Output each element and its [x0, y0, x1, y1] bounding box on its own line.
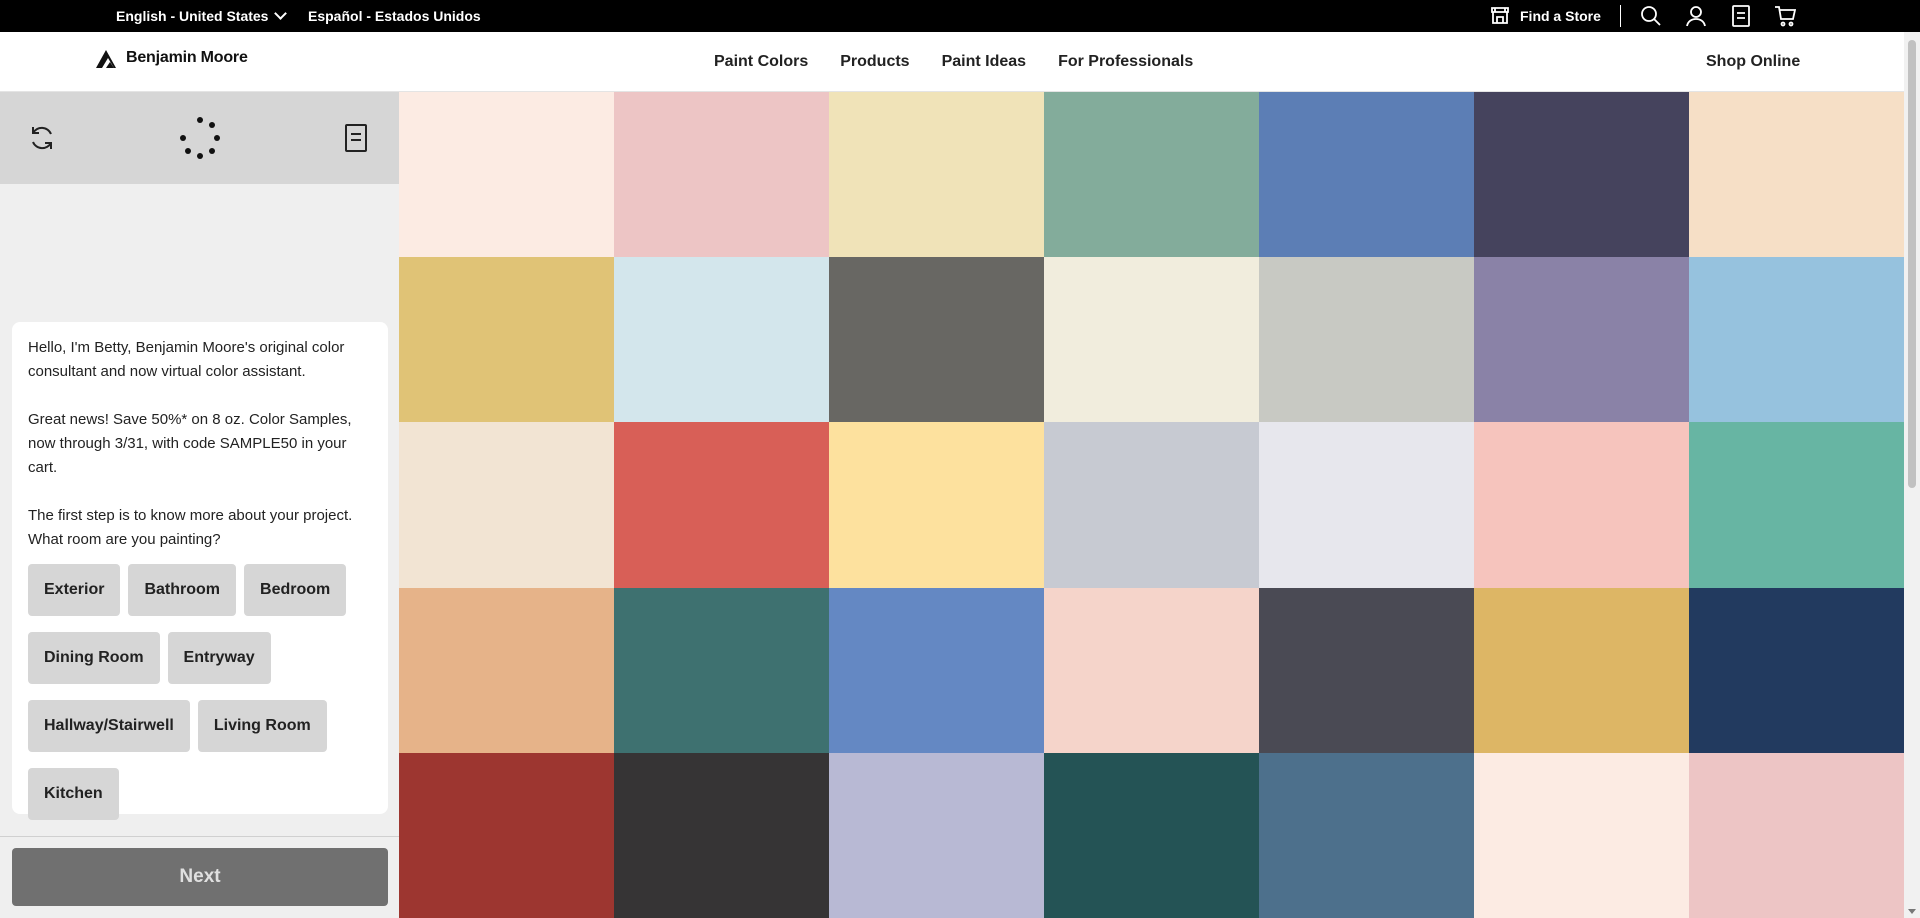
color-swatch[interactable]	[1044, 422, 1259, 588]
color-swatch[interactable]	[1474, 257, 1689, 423]
color-swatch[interactable]	[1474, 422, 1689, 588]
chevron-down-icon	[274, 7, 288, 20]
color-swatch-grid	[399, 92, 1904, 918]
account-icon[interactable]	[1685, 5, 1707, 27]
scrollbar-thumb[interactable]	[1908, 40, 1916, 488]
color-swatch[interactable]	[614, 257, 829, 423]
summary-icon[interactable]	[332, 114, 380, 162]
nav-paint-ideas[interactable]: Paint Ideas	[942, 53, 1026, 71]
language-alt-link[interactable]: Español - Estados Unidos	[308, 0, 481, 32]
color-swatch[interactable]	[399, 92, 614, 258]
color-swatch[interactable]	[1259, 257, 1474, 423]
room-option-entryway[interactable]: Entryway	[167, 632, 271, 684]
color-swatch[interactable]	[1689, 752, 1904, 918]
panel-divider	[0, 836, 399, 837]
search-icon[interactable]	[1640, 5, 1662, 27]
room-option-living-room[interactable]: Living Room	[197, 700, 327, 752]
cart-icon[interactable]	[1774, 5, 1796, 27]
color-swatch[interactable]	[1474, 92, 1689, 258]
find-store-link[interactable]: Find a Store	[1490, 0, 1601, 32]
nav-for-professionals[interactable]: For Professionals	[1058, 53, 1193, 71]
room-option-dining-room[interactable]: Dining Room	[28, 632, 160, 684]
shop-online-link[interactable]: Shop Online	[1706, 32, 1800, 92]
scroll-down-arrow-icon[interactable]	[1908, 909, 1916, 914]
assistant-message: The first step is to know more about you…	[28, 507, 353, 548]
store-icon	[1490, 5, 1510, 28]
color-assistant-panel: Hello, I'm Betty, Benjamin Moore's origi…	[0, 92, 399, 918]
language-selector[interactable]: English - United States	[116, 0, 288, 32]
color-swatch[interactable]	[1044, 257, 1259, 423]
color-swatch[interactable]	[399, 587, 614, 753]
color-swatch[interactable]	[1259, 422, 1474, 588]
color-swatch[interactable]	[829, 422, 1044, 588]
color-swatch[interactable]	[1044, 752, 1259, 918]
room-options: Exterior Bathroom Bedroom Dining Room En…	[28, 564, 372, 828]
color-swatch[interactable]	[1259, 587, 1474, 753]
room-option-bedroom[interactable]: Bedroom	[244, 564, 347, 616]
color-swatch[interactable]	[1689, 92, 1904, 258]
color-swatch[interactable]	[1259, 92, 1474, 258]
find-store-label: Find a Store	[1520, 8, 1601, 24]
assistant-avatar-icon	[176, 114, 224, 162]
assistant-message: Great news! Save 50%* on 8 oz. Color Sam…	[28, 411, 352, 476]
color-swatch[interactable]	[399, 752, 614, 918]
color-swatch[interactable]	[1689, 257, 1904, 423]
next-button[interactable]: Next	[12, 848, 388, 906]
room-option-exterior[interactable]: Exterior	[28, 564, 121, 616]
color-swatch[interactable]	[829, 587, 1044, 753]
color-swatch[interactable]	[1689, 422, 1904, 588]
list-icon[interactable]	[1730, 5, 1752, 27]
nav-paint-colors[interactable]: Paint Colors	[714, 53, 808, 71]
color-swatch[interactable]	[1474, 587, 1689, 753]
room-option-bathroom[interactable]: Bathroom	[128, 564, 237, 616]
color-swatch[interactable]	[829, 257, 1044, 423]
color-swatch[interactable]	[399, 422, 614, 588]
nav-products[interactable]: Products	[840, 53, 909, 71]
color-swatch[interactable]	[1044, 92, 1259, 258]
topbar-divider	[1620, 5, 1621, 27]
brand-mark-icon	[96, 50, 116, 68]
color-swatch[interactable]	[1474, 752, 1689, 918]
color-swatch[interactable]	[1259, 752, 1474, 918]
color-swatch[interactable]	[399, 257, 614, 423]
color-swatch[interactable]	[1044, 587, 1259, 753]
restart-icon[interactable]	[18, 114, 66, 162]
color-swatch[interactable]	[614, 587, 829, 753]
brand-logo[interactable]: Benjamin Moore	[96, 48, 248, 68]
room-option-hallway-stairwell[interactable]: Hallway/Stairwell	[28, 700, 190, 752]
language-current: English - United States	[116, 8, 269, 24]
color-swatch[interactable]	[614, 752, 829, 918]
assistant-toolbar	[0, 92, 399, 184]
color-swatch[interactable]	[829, 92, 1044, 258]
brand-name: Benjamin Moore	[126, 49, 248, 66]
assistant-message-card: Hello, I'm Betty, Benjamin Moore's origi…	[12, 322, 388, 820]
utility-bar: English - United States Español - Estado…	[0, 0, 1920, 32]
color-swatch[interactable]	[1689, 587, 1904, 753]
color-swatch[interactable]	[614, 92, 829, 258]
color-swatch[interactable]	[829, 752, 1044, 918]
main-nav: Benjamin Moore Paint Colors Products Pai…	[0, 32, 1904, 92]
assistant-message: Hello, I'm Betty, Benjamin Moore's origi…	[28, 339, 345, 380]
page-scrollbar[interactable]	[1904, 32, 1920, 918]
nav-links: Paint Colors Products Paint Ideas For Pr…	[714, 32, 1193, 92]
room-option-kitchen[interactable]: Kitchen	[28, 768, 119, 820]
color-swatch[interactable]	[614, 422, 829, 588]
